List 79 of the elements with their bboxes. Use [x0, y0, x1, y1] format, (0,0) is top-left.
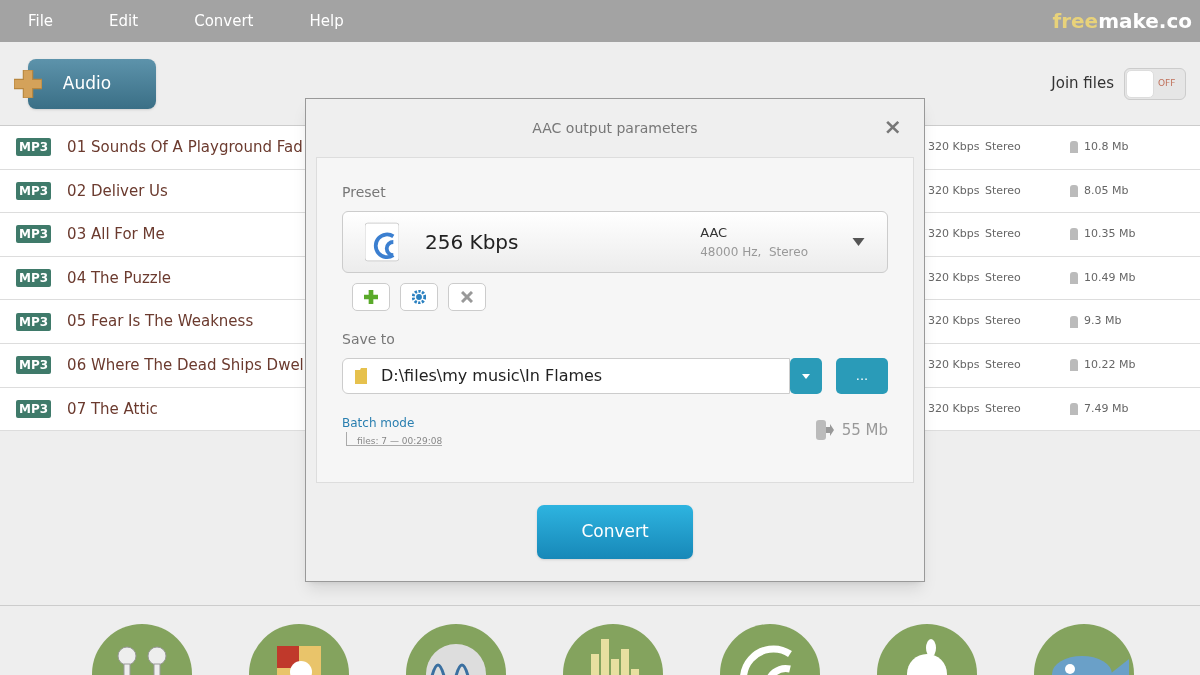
plus-icon: [364, 290, 378, 304]
channels-text: Stereo: [985, 400, 1022, 417]
file-title: 03 All For Me: [67, 224, 165, 246]
channels-text: Stereo: [985, 226, 1022, 243]
bitrate-text: 320 Kbps: [928, 139, 981, 156]
weight-icon: [1070, 228, 1078, 241]
file-size: 10.22 Mb: [1084, 357, 1137, 373]
channels-text: Stereo: [985, 182, 1022, 199]
add-preset-button[interactable]: [352, 283, 390, 311]
menu-item[interactable]: Help: [309, 9, 344, 33]
add-audio-button[interactable]: Audio: [28, 58, 156, 109]
bitrate-text: 320 Kbps: [928, 313, 981, 330]
browse-button[interactable]: ...: [836, 358, 888, 394]
file-size: 8.05 Mb: [1084, 182, 1130, 199]
channels-text: Stereo: [985, 357, 1022, 373]
mp3-badge: MP3: [16, 312, 52, 331]
path-history-button[interactable]: [790, 358, 822, 394]
channels-text: Stereo: [985, 269, 1022, 286]
menu-item[interactable]: Edit: [109, 9, 139, 33]
save-to-label: Save to: [342, 330, 396, 349]
file-title: 04 The Puzzle: [67, 267, 172, 289]
menu-item[interactable]: Convert: [194, 9, 254, 33]
join-files-switch[interactable]: OFF: [1124, 67, 1186, 100]
file-title: 05 Fear Is The Weakness: [67, 311, 254, 333]
output-size-icon: [813, 420, 834, 440]
dialog-title: AAC output parameters: [532, 118, 698, 138]
batch-mode-link[interactable]: Batch mode: [342, 414, 443, 432]
weight-icon: [1070, 272, 1078, 285]
close-icon: [461, 291, 473, 303]
weight-icon: [1070, 315, 1078, 328]
file-title: 02 Deliver Us: [67, 180, 168, 202]
channels-text: Stereo: [985, 139, 1022, 156]
convert-button[interactable]: Convert: [537, 505, 693, 559]
save-path: D:\files\my music\In Flames: [381, 365, 603, 387]
file-size: 7.49 Mb: [1084, 400, 1130, 417]
weight-icon: [1070, 359, 1078, 372]
weight-icon: [1070, 141, 1078, 154]
delete-preset-button[interactable]: [448, 283, 486, 311]
join-files-label: Join files: [1051, 73, 1114, 95]
logo: freemake.co: [1052, 8, 1192, 35]
bitrate-text: 320 Kbps: [928, 400, 981, 417]
weight-icon: [1070, 402, 1078, 415]
bitrate-text: 320 Kbps: [928, 357, 981, 373]
plus-icon[interactable]: [14, 69, 42, 98]
preset-dropdown[interactable]: 256 Kbps AAC 48000 Hz, Stereo: [342, 211, 888, 273]
output-size: 55 Mb: [841, 420, 888, 441]
edit-preset-button[interactable]: [400, 283, 438, 311]
channels-text: Stereo: [985, 313, 1022, 330]
file-size: 10.35 Mb: [1084, 226, 1137, 243]
bitrate-text: 320 Kbps: [928, 226, 981, 243]
caret-icon: [852, 238, 865, 246]
menu-item[interactable]: File: [28, 9, 54, 33]
weight-icon: [1070, 184, 1078, 197]
close-button[interactable]: ×: [883, 117, 902, 137]
aac-icon: [365, 222, 399, 262]
file-size: 10.8 Mb: [1084, 139, 1130, 156]
mp3-badge: MP3: [16, 181, 52, 200]
preset-format: AAC: [700, 224, 729, 243]
file-title: 06 Where The Dead Ships Dwel: [67, 355, 304, 376]
mp3-badge: MP3: [16, 356, 52, 375]
mp3-badge: MP3: [16, 138, 52, 157]
file-size: 10.49 Mb: [1084, 269, 1137, 286]
preset-name: 256 Kbps: [425, 229, 519, 256]
file-title: 01 Sounds Of A Playground Fad: [67, 137, 303, 159]
file-size: 9.3 Mb: [1084, 313, 1123, 330]
preset-label: Preset: [342, 183, 387, 202]
file-title: 07 The Attic: [67, 398, 158, 420]
mp3-badge: MP3: [16, 269, 52, 288]
save-path-field[interactable]: D:\files\my music\In Flames: [342, 358, 790, 394]
batch-info: files: 7 — 00:29:08: [346, 432, 443, 446]
mp3-badge: MP3: [16, 225, 52, 244]
caret-icon: [802, 373, 810, 379]
bitrate-text: 320 Kbps: [928, 182, 981, 199]
folder-icon: [355, 367, 367, 385]
mp3-badge: MP3: [16, 399, 52, 418]
preset-details: 48000 Hz, Stereo: [700, 243, 808, 261]
gear-icon: [412, 290, 426, 304]
bitrate-text: 320 Kbps: [928, 269, 981, 286]
switch-thumb: [1126, 69, 1154, 98]
